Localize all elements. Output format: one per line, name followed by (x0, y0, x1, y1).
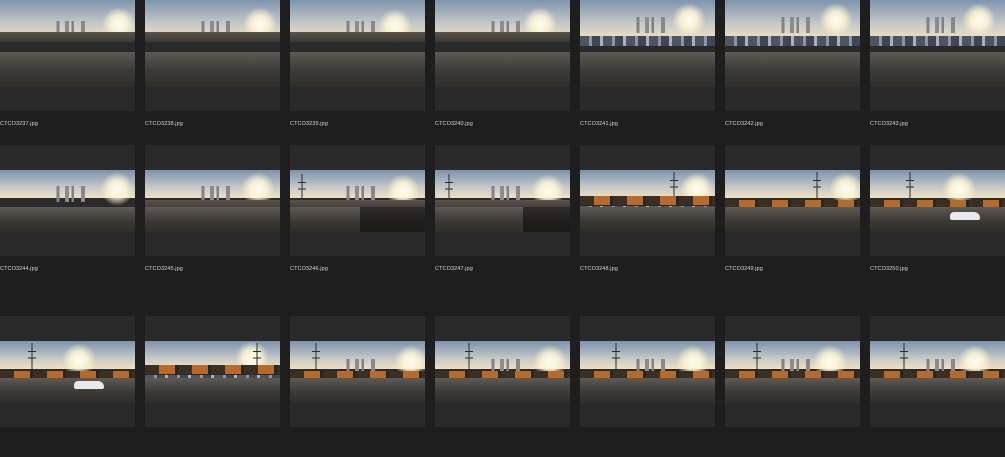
thumbnail-filename: CTCO3241.jpg (580, 121, 618, 127)
photo-bridge (0, 32, 135, 42)
photo-ground (0, 51, 135, 87)
thumbnail-filename: CTCO3242.jpg (725, 121, 763, 127)
photo-thumbnail[interactable] (725, 0, 860, 87)
thumbnail-filename: CTCO3238.jpg (145, 121, 183, 127)
photo-skyline (725, 17, 860, 33)
photo-sky (870, 170, 1005, 198)
photo-ground (435, 378, 570, 403)
photo-ground (290, 378, 425, 403)
photo-ground (870, 51, 1005, 87)
photo-shadow (523, 207, 570, 232)
thumbnail-filename: CTCO3239.jpg (290, 121, 328, 127)
photo-bridge (435, 32, 570, 42)
photo-ground (725, 207, 860, 232)
photo-train (145, 365, 280, 374)
thumbnail-filename: CTCO3250.jpg (870, 266, 908, 272)
thumbnail-filename: CTCO3245.jpg (145, 266, 183, 272)
photo-ground (870, 207, 1005, 232)
photo-thumbnail[interactable] (870, 170, 1005, 232)
photo-thumbnail[interactable] (580, 0, 715, 87)
photo-shadow (360, 207, 425, 232)
photo-ground (145, 51, 280, 87)
photo-train (580, 196, 715, 205)
photo-ground (580, 378, 715, 403)
photo-thumbnail[interactable] (870, 341, 1005, 403)
photo-graffiti-wall (870, 36, 1005, 46)
photo-ground (580, 51, 715, 87)
photo-power-tower (813, 172, 821, 198)
photo-car (74, 381, 104, 389)
photo-thumbnail[interactable] (580, 170, 715, 232)
photo-thumbnail[interactable] (0, 341, 135, 403)
photo-ground (435, 51, 570, 87)
photo-thumbnail[interactable] (435, 341, 570, 403)
photo-ground (725, 51, 860, 87)
photo-power-tower (906, 172, 914, 198)
photo-ground (290, 51, 425, 87)
photo-power-tower (670, 172, 678, 198)
photo-thumbnail[interactable] (145, 170, 280, 232)
photo-thumbnail[interactable] (580, 341, 715, 403)
photo-ground (580, 207, 715, 232)
photo-ground (0, 207, 135, 232)
photo-thumbnail[interactable] (870, 0, 1005, 87)
photo-thumbnail[interactable] (435, 170, 570, 232)
thumbnail-filename: CTCO3240.jpg (435, 121, 473, 127)
photo-ground (870, 378, 1005, 403)
photo-ground (145, 378, 280, 403)
photo-car (950, 212, 980, 220)
photo-skyline (0, 186, 135, 202)
photo-thumbnail[interactable] (145, 0, 280, 87)
photo-bridge (290, 32, 425, 42)
photo-skyline (870, 17, 1005, 33)
thumbnail-filename: CTCO3244.jpg (0, 266, 38, 272)
photo-graffiti-wall (725, 36, 860, 46)
photo-ground (0, 378, 135, 403)
photo-thumbnail[interactable] (0, 170, 135, 232)
thumbnail-grid: CTCO3237.jpg CTCO3238.jpg CTCO3239.jpg C… (0, 0, 1005, 457)
photo-bridge (145, 32, 280, 42)
photo-thumbnail[interactable] (290, 341, 425, 403)
photo-thumbnail[interactable] (290, 170, 425, 232)
photo-thumbnail[interactable] (725, 170, 860, 232)
photo-thumbnail[interactable] (435, 0, 570, 87)
thumbnail-filename: CTCO3237.jpg (0, 121, 38, 127)
photo-ground (145, 207, 280, 232)
photo-power-tower (28, 343, 36, 369)
photo-ground (725, 378, 860, 403)
photo-thumbnail[interactable] (0, 0, 135, 87)
thumbnail-filename: CTCO3243.jpg (870, 121, 908, 127)
thumbnail-filename: CTCO3248.jpg (580, 266, 618, 272)
photo-thumbnail[interactable] (145, 341, 280, 403)
photo-skyline (580, 17, 715, 33)
thumbnail-filename: CTCO3247.jpg (435, 266, 473, 272)
thumbnail-filename: CTCO3246.jpg (290, 266, 328, 272)
photo-thumbnail[interactable] (725, 341, 860, 403)
photo-graffiti-wall (580, 36, 715, 46)
thumbnail-filename: CTCO3249.jpg (725, 266, 763, 272)
photo-thumbnail[interactable] (290, 0, 425, 87)
